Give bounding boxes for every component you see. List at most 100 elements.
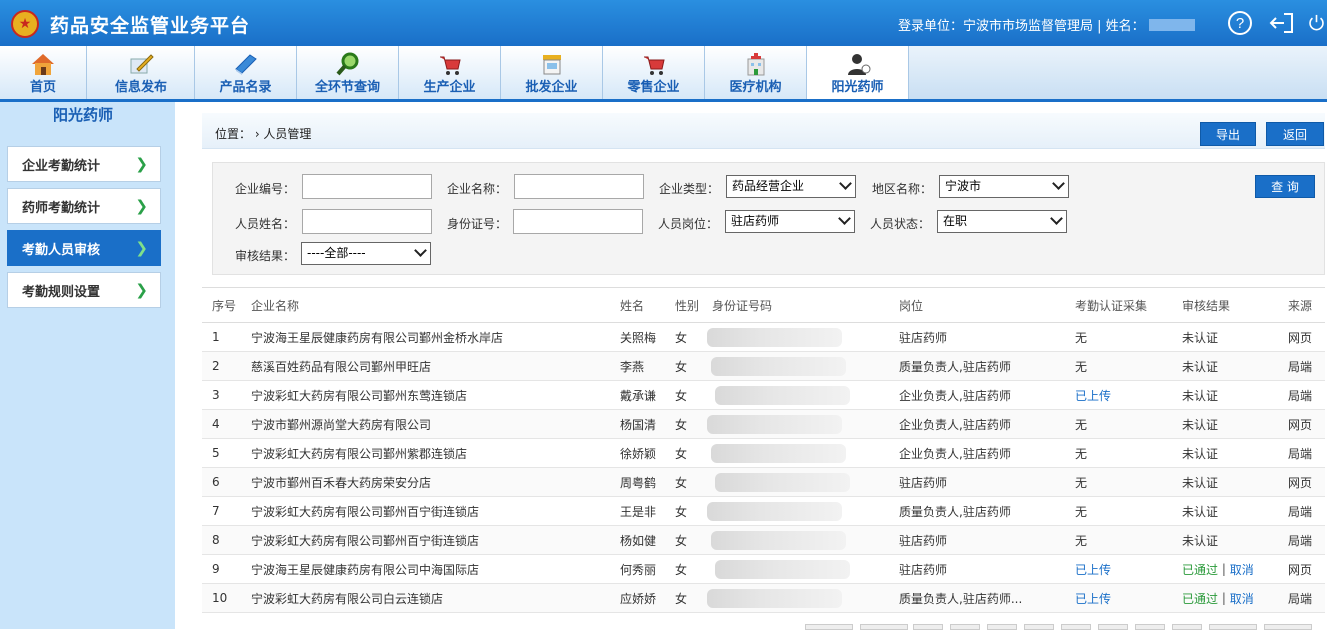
audit-result-cell: 未认证 bbox=[1182, 526, 1218, 554]
search-button[interactable]: 查 询 bbox=[1255, 175, 1315, 198]
chevron-down-icon bbox=[1050, 212, 1063, 225]
gender-cell: 女 bbox=[675, 330, 688, 345]
chevron-right-icon: ❯ bbox=[135, 155, 148, 173]
select-value: 药品经营企业 bbox=[732, 179, 805, 193]
sidebar-item-label: 企业考勤统计 bbox=[22, 158, 101, 174]
column-header: 性别 bbox=[675, 298, 700, 313]
help-icon[interactable]: ? bbox=[1226, 9, 1254, 37]
back-button[interactable]: 返回 bbox=[1266, 122, 1324, 146]
nav-item-products[interactable]: 产品名录 bbox=[195, 46, 297, 99]
audit-result-select[interactable]: ----全部---- bbox=[301, 242, 431, 265]
sidebar-item-staff-review[interactable]: 考勤人员审核 ❯ bbox=[7, 230, 161, 266]
company-name-input[interactable] bbox=[514, 174, 644, 199]
post-cell: 企业负责人,驻店药师 bbox=[899, 417, 1011, 432]
pager-button[interactable] bbox=[1209, 624, 1257, 630]
post-select[interactable]: 驻店药师 bbox=[725, 210, 855, 233]
id-number-redacted bbox=[715, 473, 850, 492]
audit-status[interactable]: 已通过 bbox=[1182, 561, 1218, 578]
person-name-cell: 周粤鹤 bbox=[620, 475, 657, 490]
audit-status: 未认证 bbox=[1182, 417, 1219, 432]
pager-button[interactable] bbox=[1172, 624, 1202, 630]
chevron-down-icon bbox=[1052, 177, 1065, 190]
pager-button[interactable] bbox=[860, 624, 908, 630]
column-header: 姓名 bbox=[620, 298, 645, 313]
export-button[interactable]: 导出 bbox=[1200, 122, 1256, 146]
audit-result-cell: 未认证 bbox=[1182, 323, 1218, 351]
nav-item-fulltrace[interactable]: 全环节查询 bbox=[297, 46, 399, 99]
pager-button[interactable] bbox=[1135, 624, 1165, 630]
person-name-cell: 杨如健 bbox=[620, 533, 657, 548]
gender-cell: 女 bbox=[675, 417, 688, 432]
nav-item-wholesale[interactable]: 批发企业 bbox=[501, 46, 603, 99]
person-name-label: 人员姓名： bbox=[234, 217, 295, 231]
store-icon bbox=[542, 55, 561, 75]
attendance-collect-cell[interactable]: 已上传 bbox=[1075, 584, 1111, 612]
sidebar-item-pharmacist-attendance[interactable]: 药师考勤统计 ❯ bbox=[7, 188, 161, 224]
person-name-input[interactable] bbox=[302, 209, 432, 234]
nav-item-home[interactable]: 首页 bbox=[0, 46, 87, 99]
row-number: 7 bbox=[212, 504, 220, 518]
power-icon[interactable] bbox=[1306, 9, 1327, 37]
attendance-collect-cell: 无 bbox=[1075, 446, 1088, 461]
id-number-redacted bbox=[715, 386, 850, 405]
region-select[interactable]: 宁波市 bbox=[939, 175, 1069, 198]
sidebar-item-company-attendance[interactable]: 企业考勤统计 ❯ bbox=[7, 146, 161, 182]
chevron-down-icon bbox=[414, 244, 427, 257]
pager-button[interactable] bbox=[950, 624, 980, 630]
audit-status: 未认证 bbox=[1182, 330, 1219, 345]
home-icon bbox=[32, 54, 54, 75]
edit-icon bbox=[130, 54, 154, 74]
nav-item-manufacturers[interactable]: 生产企业 bbox=[399, 46, 501, 99]
company-code-input[interactable] bbox=[302, 174, 432, 199]
column-header: 企业名称 bbox=[251, 298, 300, 313]
pager-button[interactable] bbox=[805, 624, 853, 630]
audit-result-cell: 未认证 bbox=[1182, 497, 1218, 525]
cancel-link[interactable]: 取消 bbox=[1230, 590, 1254, 607]
nav-label: 批发企业 bbox=[525, 80, 578, 95]
attendance-collect-cell: 无 bbox=[1075, 475, 1088, 490]
book-icon bbox=[234, 54, 257, 75]
attendance-collect-cell: 无 bbox=[1075, 533, 1088, 548]
separator: | bbox=[1218, 591, 1230, 605]
logout-icon[interactable] bbox=[1268, 9, 1296, 37]
company-name-cell: 宁波彩虹大药房有限公司鄞州东莺连锁店 bbox=[251, 388, 468, 403]
pager-button[interactable] bbox=[1264, 624, 1312, 630]
nav-item-sunshine-pharmacist[interactable]: 阳光药师 bbox=[807, 46, 909, 99]
company-name-cell: 宁波市鄞州源尚堂大药房有限公司 bbox=[251, 417, 432, 432]
nav-item-info[interactable]: 信息发布 bbox=[87, 46, 195, 99]
attendance-collect-cell[interactable]: 已上传 bbox=[1075, 555, 1111, 583]
person-name-cell: 李燕 bbox=[620, 359, 645, 374]
cancel-link[interactable]: 取消 bbox=[1230, 561, 1254, 578]
pager-button[interactable] bbox=[1061, 624, 1091, 630]
gender-cell: 女 bbox=[675, 562, 688, 577]
company-type-select[interactable]: 药品经营企业 bbox=[726, 175, 856, 198]
company-type-label: 企业类型： bbox=[658, 182, 719, 196]
attendance-collect-cell[interactable]: 已上传 bbox=[1075, 381, 1111, 409]
table-row: 2 慈溪百姓药品有限公司鄞州甲旺店 李燕 女 质量负责人,驻店药师 无 局端 未认证 bbox=[202, 352, 1325, 381]
attendance-collect-cell: 无 bbox=[1075, 359, 1088, 374]
status-label: 人员状态： bbox=[869, 217, 930, 231]
company-name-cell: 宁波彩虹大药房有限公司白云连锁店 bbox=[251, 591, 444, 606]
table-row: 10 宁波彩虹大药房有限公司白云连锁店 应娇娇 女 质量负责人,驻店药师... 已上传 局端… bbox=[202, 584, 1325, 613]
status-select[interactable]: 在职 bbox=[937, 210, 1067, 233]
nav-item-retail[interactable]: 零售企业 bbox=[603, 46, 705, 99]
post-cell: 驻店药师 bbox=[899, 533, 948, 548]
company-name-cell: 宁波彩虹大药房有限公司鄞州百宁街连锁店 bbox=[251, 533, 480, 548]
audit-result-cell: 未认证 bbox=[1182, 468, 1218, 496]
person-name-cell: 杨国清 bbox=[620, 417, 657, 432]
pager-button[interactable] bbox=[913, 624, 943, 630]
sidebar-item-rule-settings[interactable]: 考勤规则设置 ❯ bbox=[7, 272, 161, 308]
id-number-redacted bbox=[707, 502, 842, 521]
audit-status[interactable]: 已通过 bbox=[1182, 590, 1218, 607]
sidebar-item-label: 考勤人员审核 bbox=[22, 242, 101, 258]
audit-status: 未认证 bbox=[1182, 359, 1219, 374]
chevron-down-icon bbox=[838, 212, 851, 225]
pager-button[interactable] bbox=[1098, 624, 1128, 630]
pager-button[interactable] bbox=[1024, 624, 1054, 630]
id-number-input[interactable] bbox=[513, 209, 643, 234]
sidebar: 阳光药师 企业考勤统计 ❯ 药师考勤统计 ❯ 考勤人员审核 ❯ 考勤规则设置 ❯ bbox=[0, 102, 175, 629]
nav-item-medical[interactable]: 医疗机构 bbox=[705, 46, 807, 99]
table-row: 1 宁波海王星辰健康药房有限公司鄞州金桥水岸店 关照梅 女 驻店药师 无 网页 未认证 bbox=[202, 323, 1325, 352]
post-cell: 驻店药师 bbox=[899, 330, 948, 345]
pager-button[interactable] bbox=[987, 624, 1017, 630]
